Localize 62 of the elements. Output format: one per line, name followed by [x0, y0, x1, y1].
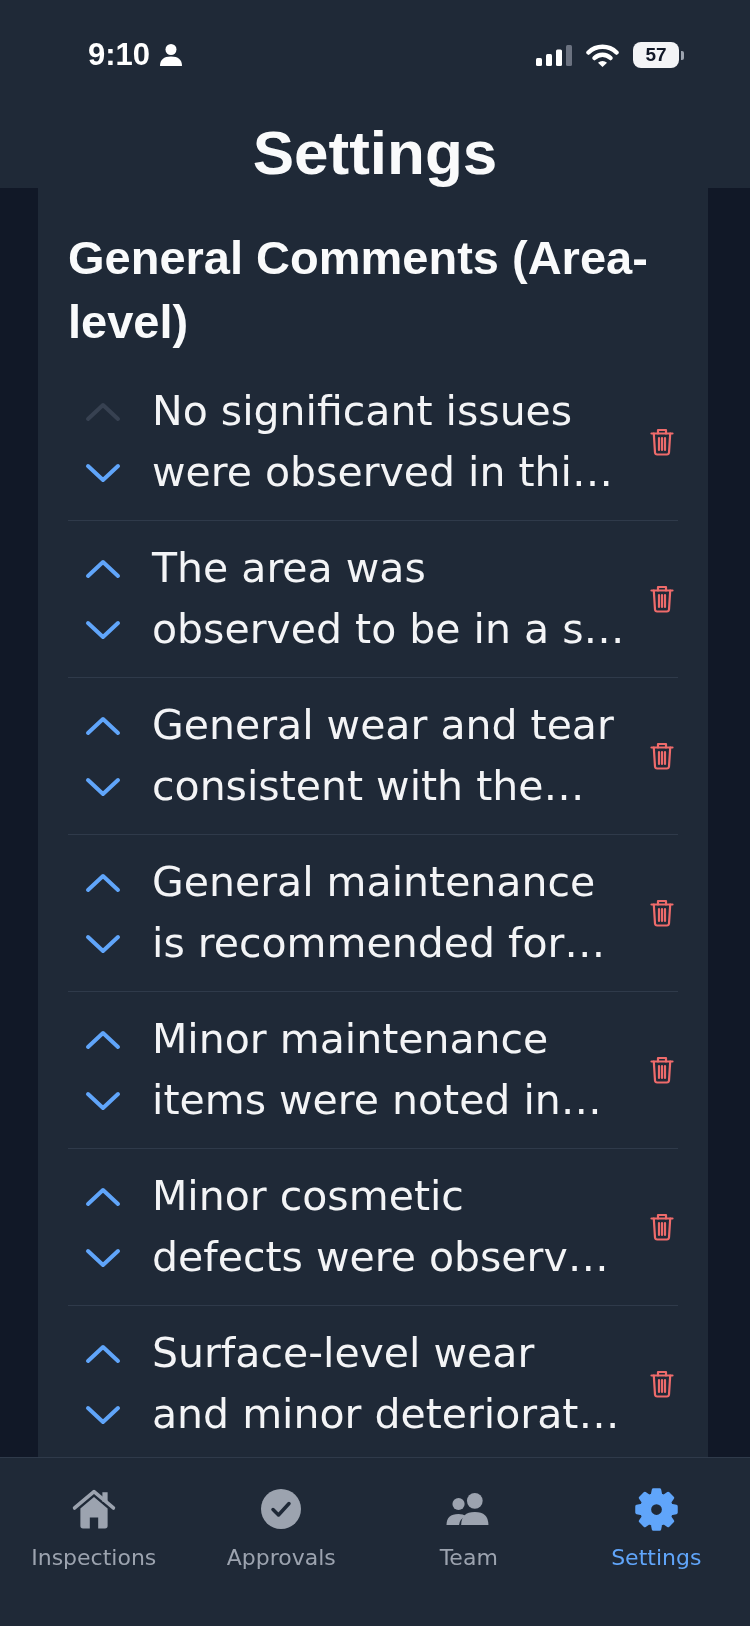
comment-text: Minor maintenance items were noted in…: [152, 1014, 602, 1126]
chevron-up-icon: [85, 558, 121, 579]
house-icon: [71, 1488, 116, 1530]
tab[interactable]: Team: [439, 1487, 498, 1571]
trash-icon: [650, 1213, 674, 1241]
delete-button[interactable]: [650, 1370, 674, 1398]
comment-text: No significant issues were observed in thi…: [152, 386, 613, 498]
chevron-down-icon: [85, 462, 121, 483]
tab[interactable]: Inspections: [31, 1487, 157, 1571]
chevron-down-icon: [85, 1247, 121, 1268]
move-down-button[interactable]: [85, 1404, 121, 1425]
chevron-down-icon: [85, 619, 121, 640]
trash-icon: [650, 428, 674, 456]
delete-button[interactable]: [650, 585, 674, 613]
move-up-button[interactable]: [85, 715, 121, 736]
move-up-button[interactable]: [85, 1343, 121, 1364]
trash-icon: [650, 899, 674, 927]
move-down-button[interactable]: [85, 619, 121, 640]
trash-icon: [650, 1370, 674, 1398]
trash-icon: [650, 585, 674, 613]
tab[interactable]: Settings: [611, 1487, 702, 1571]
move-down-button[interactable]: [85, 462, 121, 483]
delete-button[interactable]: [650, 1213, 674, 1241]
chevron-down-icon: [85, 776, 121, 797]
move-up-button[interactable]: [85, 872, 121, 893]
delete-button[interactable]: [650, 1056, 674, 1084]
chevron-up-icon: [85, 715, 121, 736]
move-down-button[interactable]: [85, 933, 121, 954]
trash-icon: [650, 1056, 674, 1084]
check-circle-icon: [261, 1489, 302, 1529]
delete-button[interactable]: [650, 899, 674, 927]
signal-icon: [536, 44, 572, 66]
move-down-button[interactable]: [85, 776, 121, 797]
battery-indicator: 57: [633, 42, 684, 68]
move-up-button[interactable]: [85, 1186, 121, 1207]
chevron-up-icon: [85, 401, 121, 422]
move-down-button[interactable]: [85, 1090, 121, 1111]
comment-text: Surface-level wear and minor deteriorat…: [152, 1328, 620, 1440]
delete-button[interactable]: [650, 742, 674, 770]
wifi-icon: [586, 43, 619, 67]
gear-icon: [634, 1487, 678, 1531]
comment-text: Minor cosmetic defects were observ…: [152, 1171, 609, 1283]
move-up-button[interactable]: [85, 558, 121, 579]
move-up-button[interactable]: [85, 1029, 121, 1050]
chevron-up-icon: [85, 872, 121, 893]
move-down-button[interactable]: [85, 1247, 121, 1268]
comment-text: General maintenance is recommended for…: [152, 857, 606, 969]
comment-text: The area was observed to be in a s…: [152, 543, 625, 655]
trash-icon: [650, 742, 674, 770]
delete-button[interactable]: [650, 428, 674, 456]
page-title: Settings: [252, 118, 498, 188]
section-title: General Comments (Area-level): [68, 230, 649, 350]
tab[interactable]: Approvals: [226, 1487, 336, 1571]
chevron-down-icon: [85, 1090, 121, 1111]
chevron-up-icon: [85, 1343, 121, 1364]
chevron-down-icon: [85, 1404, 121, 1425]
chevron-down-icon: [85, 933, 121, 954]
chevron-up-icon: [85, 1029, 121, 1050]
comment-text: General wear and tear consistent with the…: [152, 700, 614, 812]
status-time: 9:10: [88, 37, 151, 73]
person-icon: [160, 44, 183, 66]
chevron-up-icon: [85, 1186, 121, 1207]
